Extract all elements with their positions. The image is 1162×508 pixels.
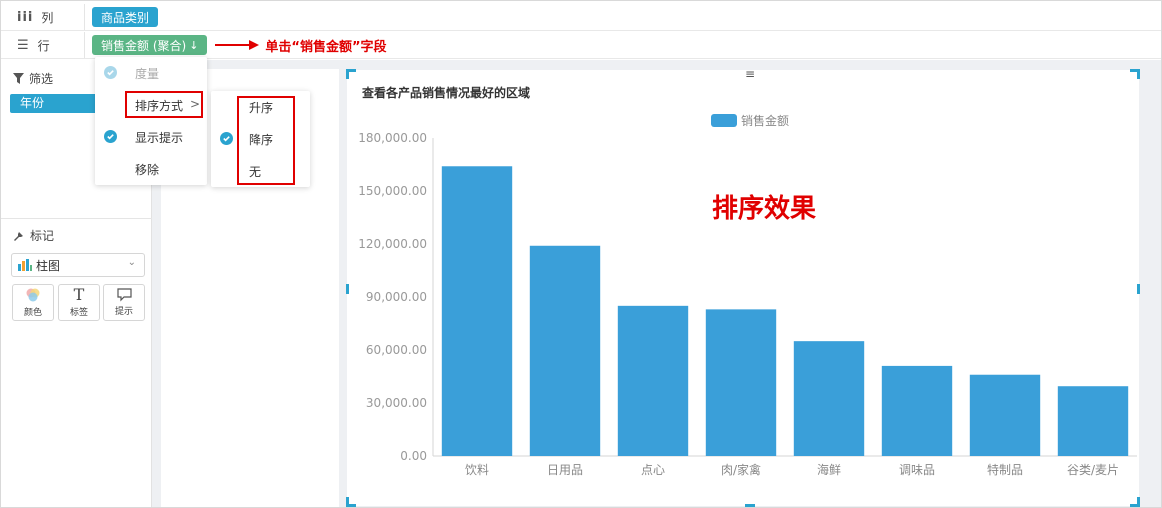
mark-type-select[interactable]: 柱图 ⌄ bbox=[11, 253, 145, 277]
text-icon: T bbox=[73, 285, 85, 304]
bar bbox=[793, 341, 865, 456]
y-tick-label: 60,000.00 bbox=[366, 343, 427, 357]
bar bbox=[441, 166, 513, 456]
legend-swatch bbox=[711, 114, 737, 127]
category-field-pill[interactable]: 商品类别 bbox=[92, 7, 159, 27]
chevron-down-icon: ⌄ bbox=[127, 257, 136, 268]
y-tick-label: 120,000.00 bbox=[358, 237, 427, 251]
sort-effect-annotation: 排序效果 bbox=[712, 194, 817, 224]
app-root: iii 列 商品类别 ☰ 行 销售金额 (聚合) ↓ 单击“销售金额”字段 筛选… bbox=[0, 0, 1162, 508]
bar bbox=[529, 245, 601, 456]
mark-type-value: 柱图 bbox=[36, 258, 61, 273]
resize-corner-tr[interactable] bbox=[1130, 69, 1140, 79]
sales-amount-pill-label: 销售金额 (聚合) bbox=[101, 38, 187, 53]
menu-item-show-tooltip[interactable]: 显示提示 bbox=[95, 123, 207, 151]
label-mark-button[interactable]: T 标签 bbox=[58, 284, 100, 321]
field-context-menu: 度量 排序方式 > 显示提示 移除 bbox=[95, 57, 207, 185]
filter-section-title: 筛选 bbox=[13, 70, 53, 87]
x-tick-label: 海鲜 bbox=[817, 462, 841, 477]
x-tick-label: 谷类/麦片 bbox=[1067, 463, 1119, 477]
chart-card: ≡ 查看各产品销售情况最好的区域 销售金额 0.00 30,000.00 60,000… bbox=[346, 68, 1140, 507]
sort-desc-arrow-icon: ↓ bbox=[189, 38, 199, 52]
resize-corner-tl[interactable] bbox=[346, 69, 356, 79]
click-field-annotation: 单击“销售金额”字段 bbox=[265, 39, 387, 55]
columns-icon: iii bbox=[17, 9, 34, 25]
drag-handle-icon[interactable]: ≡ bbox=[745, 68, 757, 80]
tooltip-icon bbox=[116, 288, 132, 302]
columns-shelf-label: iii 列 bbox=[1, 4, 85, 30]
check-icon bbox=[220, 132, 233, 145]
x-tick-label: 日用品 bbox=[547, 463, 583, 477]
x-tick-label: 饮料 bbox=[465, 463, 489, 477]
check-icon bbox=[104, 66, 117, 79]
bar bbox=[617, 305, 689, 456]
tooltip-button-label: 提示 bbox=[114, 307, 133, 317]
rows-shelf: ☰ 行 销售金额 (聚合) ↓ 单击“销售金额”字段 bbox=[1, 32, 1161, 59]
sort-submenu: 升序 降序 无 bbox=[211, 91, 310, 187]
bar bbox=[705, 309, 777, 456]
pin-icon bbox=[14, 229, 23, 241]
sort-highlight-box bbox=[125, 91, 203, 118]
color-mark-button[interactable]: 颜色 bbox=[12, 284, 54, 321]
color-button-label: 颜色 bbox=[23, 308, 42, 318]
palette-icon bbox=[26, 288, 40, 302]
annotation-arrow-icon bbox=[215, 40, 260, 50]
rows-shelf-label: ☰ 行 bbox=[1, 32, 85, 58]
y-tick-label: 150,000.00 bbox=[358, 184, 427, 198]
bar-chart-icon bbox=[18, 259, 32, 271]
rows-label: 行 bbox=[37, 38, 50, 53]
sales-amount-field-pill[interactable]: 销售金额 (聚合) ↓ bbox=[92, 35, 208, 55]
y-tick-label: 180,000.00 bbox=[358, 131, 427, 145]
menu-item-show-tooltip-label: 显示提示 bbox=[135, 130, 184, 145]
menu-item-remove-label: 移除 bbox=[135, 162, 160, 177]
marks-section-title: 标记 bbox=[13, 227, 54, 244]
bar bbox=[1057, 386, 1129, 456]
marks-title: 标记 bbox=[30, 229, 55, 243]
columns-shelf: iii 列 商品类别 bbox=[1, 4, 1161, 31]
rows-icon: ☰ bbox=[17, 37, 30, 53]
x-tick-label: 点心 bbox=[641, 463, 665, 477]
menu-item-remove[interactable]: 移除 bbox=[95, 155, 207, 183]
tooltip-mark-button[interactable]: 提示 bbox=[103, 284, 145, 321]
sort-options-highlight-box bbox=[237, 96, 295, 185]
menu-item-measure-label: 度量 bbox=[135, 66, 160, 81]
x-tick-label: 肉/家禽 bbox=[721, 462, 761, 477]
x-tick-label: 调味品 bbox=[899, 463, 935, 477]
check-icon bbox=[104, 130, 117, 143]
filter-title: 筛选 bbox=[29, 72, 54, 86]
bar bbox=[969, 374, 1041, 456]
legend-label: 销售金额 bbox=[741, 113, 789, 128]
x-tick-label: 特制品 bbox=[987, 462, 1023, 477]
filter-icon bbox=[13, 73, 24, 84]
bar-chart: 销售金额 0.00 30,000.00 60,000.00 90,000.00 120,0… bbox=[358, 113, 1137, 477]
y-tick-label: 90,000.00 bbox=[366, 290, 427, 304]
label-button-label: 标签 bbox=[69, 308, 88, 318]
y-tick-label: 30,000.00 bbox=[366, 396, 427, 410]
y-tick-label: 0.00 bbox=[400, 449, 427, 463]
menu-item-measure: 度量 bbox=[95, 59, 207, 87]
panel-divider bbox=[1, 218, 152, 219]
bar bbox=[881, 365, 953, 456]
columns-label: 列 bbox=[41, 10, 54, 25]
